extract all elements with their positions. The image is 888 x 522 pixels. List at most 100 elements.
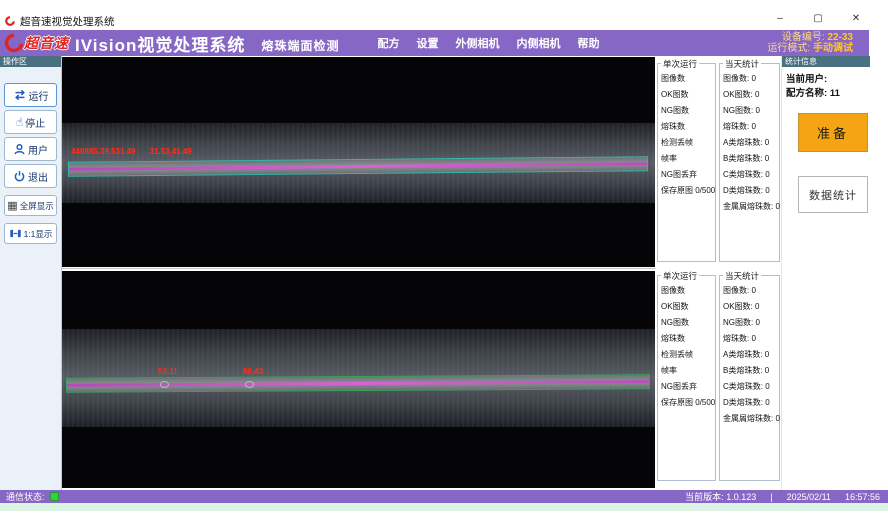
exit-button[interactable]: 退出 [4,164,57,188]
comm-status-indicator [50,492,59,501]
device-number-label: 设备编号: [782,32,825,43]
user-button-label: 用户 [28,142,48,157]
stat-row: OK图数: 0 [720,299,779,315]
measurement-annotation: 31.53,41.49 [150,147,192,156]
hand-icon: ☝ [16,116,23,128]
defect-marker [245,381,254,388]
status-date: 2025/02/11 [787,492,831,502]
stat-rows: 图像数OK图数NG图数熔珠数检测丢帧帧率NG图丢弃保存原图 0/500 [658,276,715,411]
minimize-button[interactable]: – [773,13,787,24]
window-controls: – ▢ ✕ [773,13,863,24]
maximize-button[interactable]: ▢ [811,13,825,24]
stat-row: NG图数: 0 [720,315,779,331]
brand-logo: 超音速 [4,33,69,53]
groupbox-title: 当天统计 [723,270,761,282]
stop-button[interactable]: ☝ 停止 [4,110,57,134]
stat-row: 保存原图 0/500 [658,395,715,411]
menu-recipe[interactable]: 配方 [377,35,399,51]
measurement-annotation: 440885.39,531.49 [71,147,136,156]
data-statistics-button[interactable]: 数据统计 [798,176,868,213]
grid-icon: ▦ [7,200,17,212]
weld-seam-centerline [67,380,649,387]
main-menu: 配方 设置 外侧相机 内侧相机 帮助 [377,35,599,51]
user-button[interactable]: 用户 [4,137,57,161]
viewport-divider [62,268,655,269]
run-mode-value: 手动调试 [813,43,853,54]
stat-row: 金属屑熔珠数: 0 [720,199,779,215]
statistics-info-panel: 统计信息 当前用户: 配方名称: 11 准备 数据统计 [781,56,870,490]
close-button[interactable]: ✕ [849,13,863,24]
one-to-one-button-label: 1:1显示 [24,228,53,240]
daily-stats-panel-top: 当天统计 图像数: 0OK图数: 0NG图数: 0熔珠数: 0A类熔珠数: 0B… [719,63,780,262]
status-bar-right: 当前版本: 1.0.123 | 2025/02/11 16:57:56 [685,490,880,503]
os-titlebar: 超音速视觉处理系统 – ▢ ✕ [0,12,869,30]
stat-row: OK图数 [658,299,715,315]
logo-text: 超音速 [24,33,69,53]
stat-row: B类熔珠数: 0 [720,151,779,167]
single-run-panel-bottom: 单次运行 图像数OK图数NG图数熔珠数检测丢帧帧率NG图丢弃保存原图 0/500 [657,275,716,481]
version-value: 1.0.123 [726,492,756,502]
one-to-one-icon [9,227,22,240]
power-icon [13,170,26,183]
stat-row: 熔珠数: 0 [720,331,779,347]
stat-row: 检测丢帧 [658,347,715,363]
fullscreen-button-label: 全屏显示 [20,200,54,212]
stat-row: 熔珠数 [658,331,715,347]
info-rows: 当前用户: 配方名称: 11 [782,67,870,101]
stat-row: 图像数 [658,71,715,87]
stat-row: 帧率 [658,363,715,379]
device-number-value: 22-33 [827,32,853,43]
fullscreen-button[interactable]: ▦ 全屏显示 [4,195,57,216]
stat-rows: 图像数: 0OK图数: 0NG图数: 0熔珠数: 0A类熔珠数: 0B类熔珠数:… [720,276,779,427]
desktop-strip [0,503,888,511]
stat-row: A类熔珠数: 0 [720,135,779,151]
stat-row: A类熔珠数: 0 [720,347,779,363]
weld-seam-centerline [69,162,647,171]
stat-row: 保存原图 0/500 [658,183,715,199]
stat-row: 金属屑熔珠数: 0 [720,411,779,427]
stat-row: NG图数 [658,315,715,331]
stat-row: 检测丢帧 [658,135,715,151]
stat-row: NG图丢弃 [658,379,715,395]
app-title: IVision视觉处理系统 [75,31,245,56]
menu-inner-camera[interactable]: 内侧相机 [516,35,560,51]
groupbox-title: 单次运行 [661,270,699,282]
stat-row: 帧率 [658,151,715,167]
run-button[interactable]: 运行 [4,83,57,107]
info-panel-header: 统计信息 [782,56,870,67]
stat-row: C类熔珠数: 0 [720,167,779,183]
device-info: 设备编号: 22-33 运行模式: 手动调试 [767,32,853,55]
app-header: 超音速 IVision视觉处理系统 熔珠端面检测 配方 设置 外侧相机 内侧相机… [0,30,869,56]
run-button-label: 运行 [29,88,49,103]
version-label: 当前版本: [685,492,724,502]
recipe-name-label: 配方名称: [786,88,827,99]
app-icon [5,16,15,26]
ready-button[interactable]: 准备 [798,113,868,152]
stat-row: NG图丢弃 [658,167,715,183]
run-mode-label: 运行模式: [767,43,810,54]
sidebar-header: 操作区 [0,56,61,67]
stat-row: 熔珠数: 0 [720,119,779,135]
menu-help[interactable]: 帮助 [577,35,599,51]
status-divider: | [770,492,772,502]
recipe-name-value: 11 [830,88,840,99]
daily-stats-panel-bottom: 当天统计 图像数: 0OK图数: 0NG图数: 0熔珠数: 0A类熔珠数: 0B… [719,275,780,481]
stat-row: D类熔珠数: 0 [720,183,779,199]
comm-status-label: 通信状态: [6,490,45,503]
defect-marker [160,381,169,388]
groupbox-title: 单次运行 [661,58,699,70]
sync-icon [13,88,27,102]
current-user-label: 当前用户: [786,74,827,85]
stop-button-label: 停止 [25,115,45,130]
stat-rows: 图像数: 0OK图数: 0NG图数: 0熔珠数: 0A类熔珠数: 0B类熔珠数:… [720,64,779,215]
stat-row: 图像数: 0 [720,71,779,87]
user-icon [13,143,26,156]
measurement-annotations: 440885.39,531.49 31.53,41.49 [71,147,192,156]
one-to-one-button[interactable]: 1:1显示 [4,223,57,244]
menu-settings[interactable]: 设置 [416,35,438,51]
exit-button-label: 退出 [28,169,48,184]
stat-row: 熔珠数 [658,119,715,135]
menu-outer-camera[interactable]: 外侧相机 [455,35,499,51]
status-time: 16:57:56 [845,492,880,502]
stat-rows: 图像数OK图数NG图数熔珠数检测丢帧帧率NG图丢弃保存原图 0/500 [658,64,715,199]
